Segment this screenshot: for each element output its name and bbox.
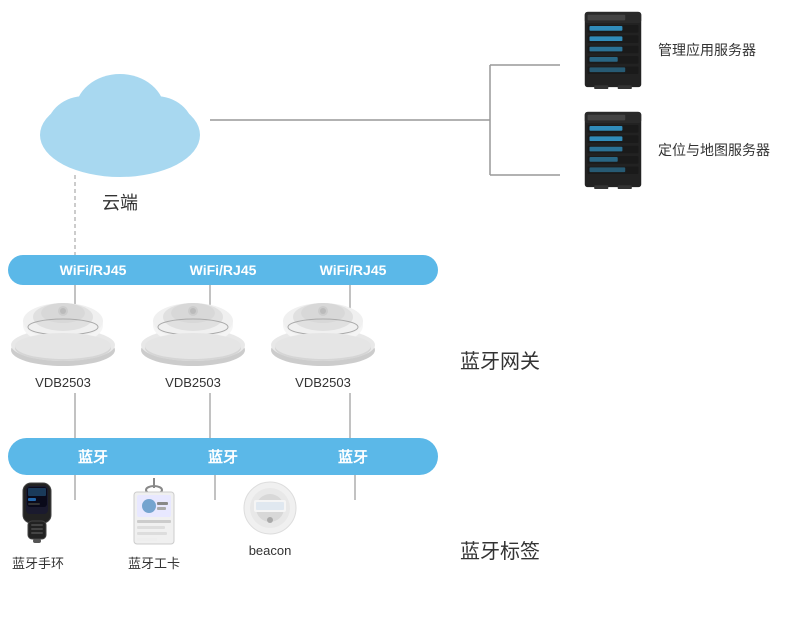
server-item-mgmt: 管理应用服务器 (578, 10, 770, 90)
gateway-item-3: VDB2503 (268, 295, 378, 390)
tag-item-beacon: beacon (240, 478, 300, 558)
location-server-icon (578, 110, 648, 190)
gateway-label-3: VDB2503 (295, 375, 351, 390)
cloud-icon (30, 60, 210, 180)
architecture-diagram: 云端 (0, 0, 790, 623)
cloud-label: 云端 (30, 189, 210, 215)
cloud-container: 云端 (30, 60, 210, 215)
bt-pill-1: 蓝牙 (78, 446, 108, 467)
tag-item-card: 蓝牙工卡 (128, 478, 180, 572)
server-item-location: 定位与地图服务器 (578, 110, 770, 190)
gateway-icon-2 (138, 295, 248, 370)
servers-container: 管理应用服务器 定位与地图服务器 (578, 10, 770, 190)
card-icon (129, 478, 179, 548)
wifi-pill-3: WiFi/RJ45 (320, 262, 387, 278)
gateway-icon-3 (268, 295, 378, 370)
beacon-icon (240, 478, 300, 538)
wifi-pills-container: WiFi/RJ45 WiFi/RJ45 WiFi/RJ45 (8, 255, 438, 285)
wifi-pill-2: WiFi/RJ45 (190, 262, 257, 278)
gateway-label-1: VDB2503 (35, 375, 91, 390)
gateways-row: VDB2503 VDB2503 (8, 295, 378, 390)
mgmt-server-label: 管理应用服务器 (658, 40, 756, 60)
gateway-item-1: VDB2503 (8, 295, 118, 390)
wifi-pill-1: WiFi/RJ45 (60, 262, 127, 278)
gateway-title: 蓝牙网关 (460, 345, 540, 374)
beacon-label: beacon (249, 543, 292, 558)
gateway-icon-1 (8, 295, 118, 370)
tags-row: 蓝牙手环 蓝牙工卡 (8, 478, 300, 572)
bt-pill-3: 蓝牙 (338, 446, 368, 467)
gateway-item-2: VDB2503 (138, 295, 248, 390)
bracelet-icon (8, 478, 68, 548)
bracelet-label: 蓝牙手环 (12, 553, 64, 572)
bt-pill-2: 蓝牙 (208, 446, 238, 467)
gateway-label-2: VDB2503 (165, 375, 221, 390)
card-label: 蓝牙工卡 (128, 553, 180, 572)
bt-pills-container: 蓝牙 蓝牙 蓝牙 (8, 438, 438, 475)
mgmt-server-icon (578, 10, 648, 90)
tag-title: 蓝牙标签 (460, 535, 540, 564)
location-server-label: 定位与地图服务器 (658, 140, 770, 160)
tag-item-bracelet: 蓝牙手环 (8, 478, 68, 572)
